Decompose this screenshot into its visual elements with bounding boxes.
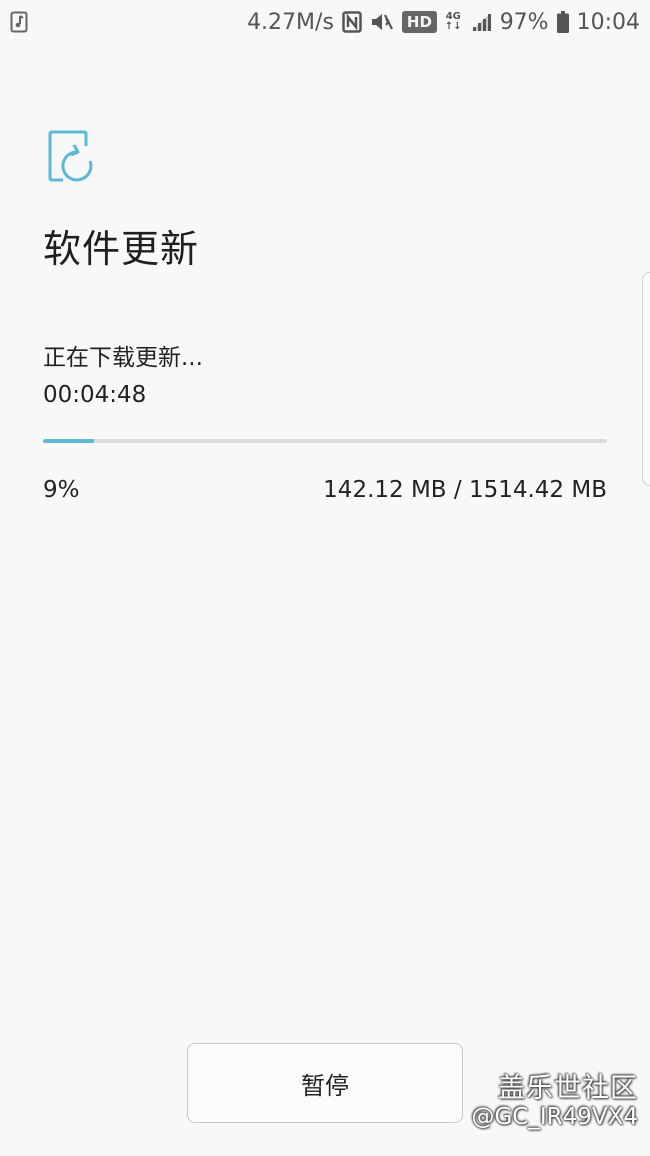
- signal-icon: [470, 11, 492, 33]
- download-progress-fill: [43, 439, 94, 443]
- status-bar: 4.27M/s HD 4G ↑↓ 97% 10:04: [0, 0, 650, 44]
- watermark-brand: 盖乐世社区: [498, 1073, 638, 1104]
- download-status-text: 正在下载更新...: [43, 345, 203, 371]
- progress-percent: 9%: [43, 477, 80, 503]
- status-left: [10, 11, 28, 33]
- download-progress-bar: [43, 439, 607, 443]
- elapsed-time: 00:04:48: [43, 382, 147, 408]
- hd-badge: HD: [401, 11, 437, 33]
- battery-icon: [556, 11, 569, 33]
- nfc-icon: [342, 11, 362, 33]
- watermark-user: @GC_IR49VX4: [471, 1104, 638, 1130]
- pause-button[interactable]: 暂停: [187, 1043, 463, 1123]
- mute-icon: [370, 11, 394, 33]
- battery-percent: 97%: [499, 9, 549, 35]
- network-activity: ↑↓: [444, 21, 462, 32]
- storage-icon: [10, 11, 28, 33]
- network-speed: 4.27M/s: [247, 9, 334, 35]
- clock: 10:04: [576, 9, 640, 35]
- page-title: 软件更新: [43, 227, 200, 271]
- edge-panel-handle[interactable]: [642, 272, 650, 486]
- software-update-icon: [44, 126, 100, 186]
- network-type: 4G ↑↓: [445, 12, 462, 32]
- download-size-info: 142.12 MB / 1514.42 MB: [323, 477, 607, 503]
- status-right: 4.27M/s HD 4G ↑↓ 97% 10:04: [247, 10, 640, 35]
